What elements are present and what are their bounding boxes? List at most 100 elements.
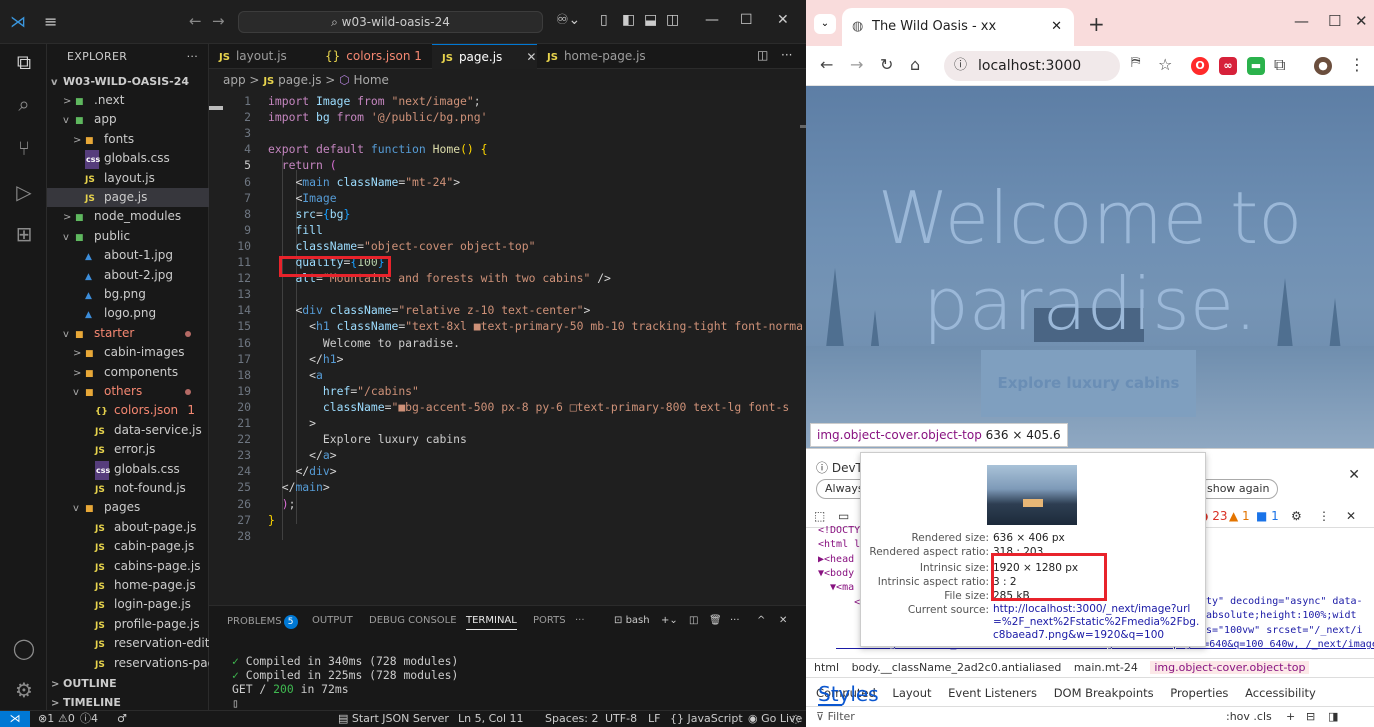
tree-item[interactable]: JS reservation-edit-... [47,634,225,653]
close-devtools-icon[interactable]: ✕ [1346,509,1356,523]
tab-properties[interactable]: Properties [1170,686,1228,700]
project-root[interactable]: v W03-WILD-OASIS-24 [47,72,209,91]
back-icon[interactable]: ← [820,55,833,74]
toggle-panel-icon[interactable]: ⬓ [644,12,657,28]
account-icon[interactable]: ◯ [12,636,36,660]
minimize-icon[interactable]: — [1294,12,1309,30]
forward-icon[interactable]: → [212,12,225,30]
tab-search-icon[interactable]: ⌄ [814,14,836,34]
menu-icon[interactable]: ≡ [44,12,57,31]
panel-more-icon[interactable]: ··· [730,615,740,626]
crumb-html[interactable]: html [814,661,839,674]
dom-line-attrs[interactable]: s="100vw" srcset="/_next/i [1206,625,1363,637]
tab-debug-console[interactable]: DEBUG CONSOLE [369,615,457,626]
close-panel-icon[interactable]: ✕ [779,615,787,626]
dont-show-again-button[interactable]: show again [1198,479,1279,499]
tree-item[interactable]: > ■ .next [47,91,209,110]
tree-item[interactable]: JS error.js [47,440,209,459]
live-share-icon[interactable]: ♂ [117,711,127,727]
device-toolbar-icon[interactable]: ▭ [838,509,849,523]
cursor-position[interactable]: Ln 5, Col 11 [458,711,524,727]
bookmark-star-icon[interactable]: ☆ [1158,55,1172,74]
json-server-button[interactable]: ▤ Start JSON Server [338,711,449,727]
tree-item[interactable]: v ■ pages [47,498,209,517]
files-icon[interactable]: ⧉ [12,50,36,74]
panel-more[interactable]: ··· [575,615,585,626]
tab-accessibility[interactable]: Accessibility [1245,686,1316,700]
tab-layout[interactable]: Layout [892,686,931,700]
profile-avatar[interactable]: ● [1314,57,1332,75]
tree-item[interactable]: JS reservations-pag... [47,654,227,673]
inspect-element-icon[interactable]: ⬚ [814,509,825,523]
split-terminal-icon[interactable]: ◫ [689,615,698,626]
tab-dom-breakpoints[interactable]: DOM Breakpoints [1054,686,1154,700]
breadcrumb-symbol[interactable]: Home [353,73,388,87]
tree-item[interactable]: > ■ cabin-images [47,343,209,362]
hov-cls-toggle[interactable]: :hov .cls [1226,707,1272,727]
status-warnings[interactable]: ⚠0 [58,711,75,727]
tree-item[interactable]: > ■ components [47,363,209,382]
sidebar-toggle-icon[interactable]: ◨ [1328,707,1338,727]
close-notice-icon[interactable]: ✕ [1348,467,1360,483]
terminal-cursor[interactable]: ▯ [232,696,239,710]
manage-icon[interactable]: ⚙ [12,678,36,702]
devtools-more-icon[interactable]: ⋮ [1318,509,1330,523]
tree-item[interactable]: css globals.css [47,149,209,170]
tab-ports[interactable]: PORTS [533,615,566,626]
new-terminal-icon[interactable]: +⌄ [661,615,678,626]
status-errors[interactable]: ⊗1 [38,711,54,727]
tree-item[interactable]: v ■ others [47,382,209,401]
tree-item[interactable]: JS cabin-page.js [47,537,209,556]
home-icon[interactable]: ⌂ [910,55,920,74]
tree-item[interactable]: css globals.css [47,460,209,480]
crumb-body[interactable]: body.__className_2ad2c0.antialiased [852,661,1062,674]
close-icon[interactable]: ✕ [777,12,789,28]
dom-line-attrs[interactable]: ty" decoding="async" data- [1206,596,1363,608]
encoding[interactable]: UTF-8 [605,711,637,727]
breadcrumb-file[interactable]: page.js [278,73,321,87]
tree-item[interactable]: JS about-page.js [47,518,209,537]
maximize-panel-icon[interactable]: ^ [757,615,765,626]
crumb-img[interactable]: img.object-cover.object-top [1150,661,1310,674]
tab-styles[interactable]: Styles [818,682,879,706]
chrome-menu-icon[interactable]: ⋮ [1349,55,1365,74]
tab-problems[interactable]: PROBLEMS 5 [227,615,298,629]
explorer-more-icon[interactable]: ··· [187,44,198,70]
end-of-line[interactable]: LF [648,711,660,727]
language-mode[interactable]: {} JavaScript [670,711,743,727]
extensions-puzzle-icon[interactable]: ⧉ [1274,55,1285,75]
source-control-icon[interactable]: ⑂ [12,136,36,160]
dom-line-attrs[interactable]: absolute;height:100%;widt [1206,610,1357,622]
remote-indicator-icon[interactable]: ⋊ [0,711,30,727]
tree-item[interactable]: JS layout.js [47,169,209,188]
outline-section[interactable]: > OUTLINE [47,674,209,693]
opera-extension-icon[interactable]: O [1191,57,1209,75]
dom-line[interactable]: <html l [818,539,860,551]
tree-item[interactable]: v ■ app [47,110,209,129]
translate-icon[interactable]: ⛿ [1131,55,1140,70]
tab-home-page-js[interactable]: JS home-page.js [537,44,647,69]
notifications-icon[interactable]: ◌ [791,711,801,727]
tab-event-listeners[interactable]: Event Listeners [948,686,1037,700]
settings-gear-icon[interactable]: ⚙ [1291,509,1302,523]
message-count[interactable]: ■ 1 [1256,509,1279,523]
crumb-main[interactable]: main.mt-24 [1074,661,1138,674]
tree-item[interactable]: JS home-page.js [47,576,209,595]
tree-item[interactable]: v ■ public [47,227,209,246]
layout-icon[interactable]: ▯ [600,12,608,28]
split-editor-icon[interactable]: ◫ [757,48,768,62]
toggle-secondary-sidebar-icon[interactable]: ◫ [666,12,679,28]
tree-item[interactable]: {} colors.json 1 [47,401,209,420]
extensions-icon[interactable]: ⊞ [12,222,36,246]
run-debug-icon[interactable]: ▷ [12,180,36,204]
tree-item[interactable]: JS page.js [47,188,209,208]
tree-item[interactable]: > ■ node_modules [47,207,209,226]
tree-item[interactable]: JS login-page.js [47,595,209,614]
minimize-icon[interactable]: — [705,12,719,28]
close-icon[interactable]: ✕ [1355,12,1368,30]
close-tab-icon[interactable]: ✕ [1051,8,1062,46]
toggle-sidebar-icon[interactable]: ◧ [622,12,635,28]
editor-more-icon[interactable]: ··· [781,48,792,62]
reload-icon[interactable]: ↻ [880,55,893,74]
kill-terminal-icon[interactable]: 🗑 [709,615,722,626]
